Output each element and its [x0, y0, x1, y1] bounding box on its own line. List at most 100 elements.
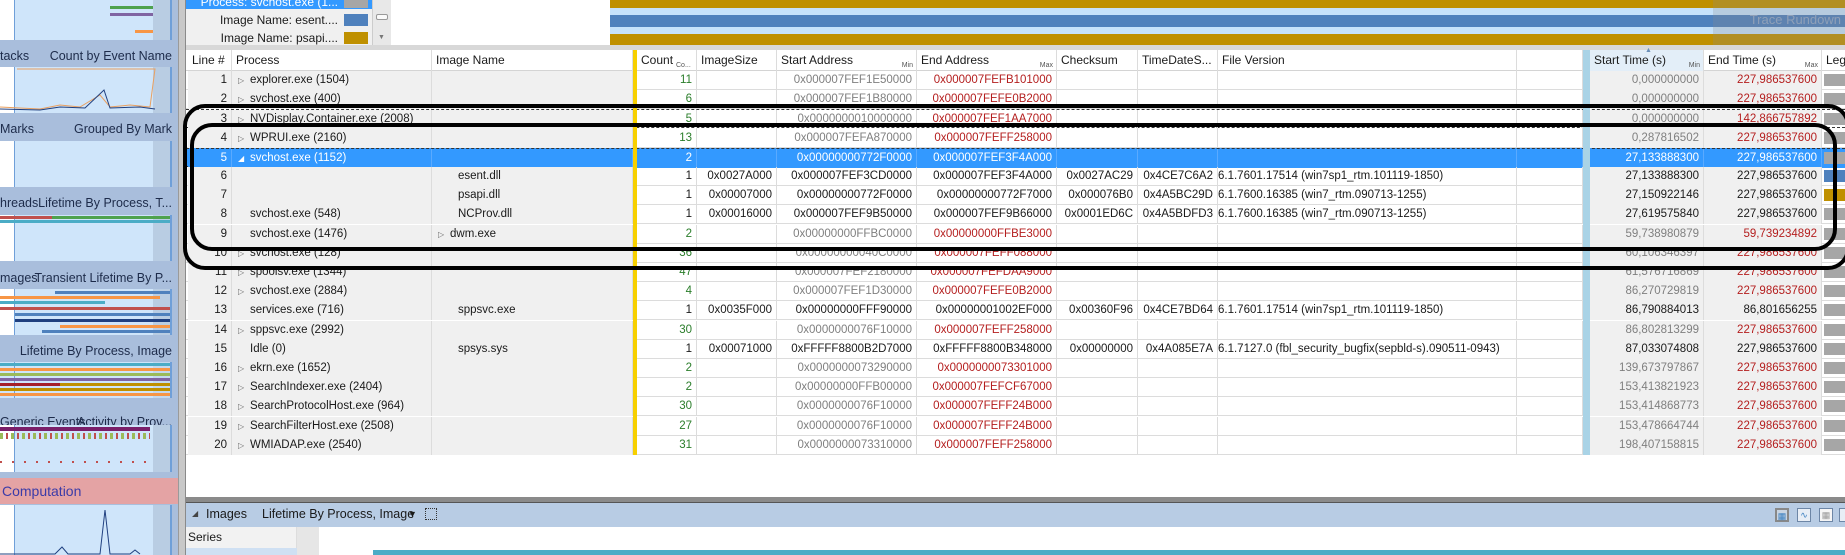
mini-chart-computation[interactable] [0, 505, 172, 555]
expand-icon[interactable]: ▷ [238, 95, 250, 104]
end-address-cell: 0x000007FEF3F4A000 [917, 148, 1057, 168]
mini-chart-count[interactable] [0, 67, 172, 113]
start-address-cell: 0xFFFFF8800B2D7000 [777, 339, 917, 359]
timedatestamp-cell: 0x4CE7C6A2 [1138, 167, 1218, 186]
column-header-count[interactable]: Count Co... [637, 50, 697, 71]
column-header-legend[interactable]: Leg [1822, 50, 1845, 71]
legend-swatch [1822, 167, 1845, 186]
select-region-icon[interactable] [425, 508, 437, 520]
table-only-icon[interactable]: ▦ [1819, 508, 1833, 522]
table-row[interactable]: 10 ▷ svchost.exe (128) 36 0x00000000040C0000… [186, 243, 1845, 263]
image-name-cell [432, 148, 633, 168]
table-row[interactable]: 3 ▷ NVDisplay.Container.exe (2008) 5 0x00000… [186, 109, 1845, 130]
column-header-start-time[interactable]: Start Time (s) Min ▲ [1590, 47, 1704, 71]
table-row[interactable]: 8 svchost.exe (548) NCProv.dll 1 0x00016000 0… [186, 205, 1845, 225]
mini-chart-threads[interactable] [0, 215, 172, 261]
column-header-checksum[interactable]: Checksum [1057, 50, 1138, 71]
table-row[interactable]: 12 ▷ svchost.exe (2884) 4 0x000007FEF1D30000… [186, 282, 1845, 302]
legend-color [1824, 266, 1845, 278]
legend-item-psapi[interactable]: Image Name: psapi.... [186, 30, 372, 45]
table-row[interactable]: 19 ▷ SearchFilterHost.exe (2508) 27 0x000000… [186, 416, 1845, 436]
table-row[interactable]: 4 ▷ WPRUI.exe (2160) 13 0x000007FEFA870000 0x… [186, 128, 1845, 148]
legend-swatch [1822, 90, 1845, 109]
table-row[interactable]: 18 ▷ SearchProtocolHost.exe (964) 30 0x00000… [186, 397, 1845, 417]
expand-icon[interactable]: ▷ [238, 134, 250, 143]
section-header[interactable]: Lifetime By Process, Image [0, 340, 178, 362]
table-row[interactable]: 17 ▷ SearchIndexer.exe (2404) 2 0x00000000FF… [186, 378, 1845, 398]
group-separator-bar[interactable] [633, 50, 637, 455]
legend-item-process[interactable]: Process: svchost.exe (1... [186, 0, 372, 9]
section-name: Marks [0, 122, 35, 136]
graph-separator-bar[interactable] [1583, 50, 1590, 455]
panel-splitter[interactable] [178, 0, 186, 555]
table-row[interactable]: 13 services.exe (716) sppsvc.exe 1 0x0035F00… [186, 301, 1845, 321]
legend-swatch [1822, 71, 1845, 90]
expand-icon[interactable]: ▷ [438, 230, 450, 239]
image-name-cell: esent.dll [432, 167, 633, 186]
maximize-icon[interactable] [1839, 508, 1845, 522]
mini-chart-marks[interactable] [0, 141, 172, 187]
table-row[interactable]: 6 esent.dll 1 0x0027A000 0x000007FEF3CD0000 0… [186, 167, 1845, 186]
file-version-cell [1218, 243, 1517, 263]
table-row[interactable]: 2 ▷ svchost.exe (400) 6 0x000007FEF1B80000 0x… [186, 90, 1845, 110]
column-header-end-address[interactable]: End Address Max [917, 50, 1057, 71]
table-row[interactable]: 20 ▷ WMIADAP.exe (2540) 31 0x000000007331000… [186, 435, 1845, 455]
column-header-imagesize[interactable]: ImageSize [697, 50, 777, 71]
table-row[interactable]: 14 ▷ sppsvc.exe (2992) 30 0x0000000076F10000… [186, 320, 1845, 340]
start-address-cell: 0x0000000010000000 [777, 110, 917, 130]
section-header[interactable]: hreads Lifetime By Process, T... [0, 192, 178, 214]
expand-icon[interactable]: ▷ [238, 422, 250, 431]
section-header[interactable]: tacks Count by Event Name [0, 45, 178, 67]
graph-view-dropdown[interactable]: Lifetime By Process, Image [262, 507, 414, 521]
imagesize-cell [697, 224, 777, 244]
line-number: 9 [188, 224, 232, 244]
expand-icon[interactable]: ▷ [238, 402, 250, 411]
legend-item-esent[interactable]: Image Name: esent.... [186, 12, 372, 27]
expand-icon[interactable]: ▷ [238, 249, 250, 258]
expand-icon[interactable]: ▷ [238, 115, 250, 124]
mini-chart-generic-events[interactable] [0, 425, 172, 472]
column-header-image-name[interactable]: Image Name [432, 50, 633, 71]
legend-swatch [1822, 110, 1845, 129]
graph-category-label[interactable]: Images [206, 507, 247, 521]
collapse-icon[interactable]: ◢ [238, 154, 250, 163]
expand-icon[interactable]: ▷ [238, 441, 250, 450]
expand-icon[interactable]: ▷ [238, 364, 250, 373]
mini-chart-top[interactable] [0, 0, 172, 40]
column-header-start-address[interactable]: Start Address Min [777, 50, 917, 71]
computation-header[interactable]: Computation [0, 478, 178, 504]
column-header-process[interactable]: Process [232, 50, 432, 71]
expand-icon[interactable]: ▷ [238, 287, 250, 296]
mini-chart-lifetime[interactable] [0, 362, 172, 398]
chevron-down-icon[interactable]: ▼ [408, 509, 417, 519]
expand-icon[interactable]: ▷ [238, 76, 250, 85]
legend-color [1824, 74, 1845, 86]
column-header-timedatestamp[interactable]: TimeDateS... [1138, 50, 1218, 71]
mini-chart-transient[interactable] [0, 289, 172, 335]
legend-scrollbar[interactable]: ▼ [372, 0, 391, 45]
table-row[interactable]: 16 ▷ ekrn.exe (1652) 2 0x0000000073290000 0x0… [186, 359, 1845, 378]
end-address-cell: 0x000007FEFCF67000 [917, 378, 1057, 398]
line-number: 13 [188, 301, 232, 321]
column-header-line[interactable]: Line # [188, 50, 232, 71]
section-header[interactable]: mages Transient Lifetime By P... [0, 267, 178, 289]
expand-icon[interactable]: ▷ [238, 268, 250, 277]
table-row[interactable]: 11 ▷ spoolsv.exe (1344) 47 0x000007FEF218000… [186, 263, 1845, 282]
collapse-triangle-icon[interactable]: ◢ [192, 509, 198, 518]
table-row[interactable]: 9 svchost.exe (1476) ▷ dwm.exe 2 0x00000000FF… [186, 224, 1845, 244]
graph-only-icon[interactable]: ∿ [1797, 508, 1811, 522]
table-row[interactable]: 15 Idle (0) spsys.sys 1 0x00071000 0xFFFFF880… [186, 339, 1845, 359]
table-row[interactable]: 1 ▷ explorer.exe (1504) 11 0x000007FEF1E5000… [186, 71, 1845, 90]
expand-icon[interactable]: ▷ [238, 326, 250, 335]
checksum-cell [1057, 128, 1138, 148]
section-header[interactable]: Marks Grouped By Mark [0, 118, 178, 140]
column-header-file-version[interactable]: File Version [1218, 50, 1517, 71]
table-row[interactable]: 7 psapi.dll 1 0x00007000 0x00000000772F0000 0… [186, 186, 1845, 206]
table-row[interactable]: 5 ◢ svchost.exe (1152) 2 0x00000000772F0000 0… [186, 147, 1845, 168]
graph-and-table-icon[interactable]: ▦ [1775, 508, 1789, 522]
column-header-end-time[interactable]: End Time (s) Max [1704, 50, 1822, 71]
expand-icon[interactable]: ▷ [238, 383, 250, 392]
lifetime-chart[interactable]: Trace Rundown [391, 0, 1845, 45]
end-time-cell: 227,986537600 [1704, 243, 1822, 263]
blank-cell [1517, 378, 1583, 398]
